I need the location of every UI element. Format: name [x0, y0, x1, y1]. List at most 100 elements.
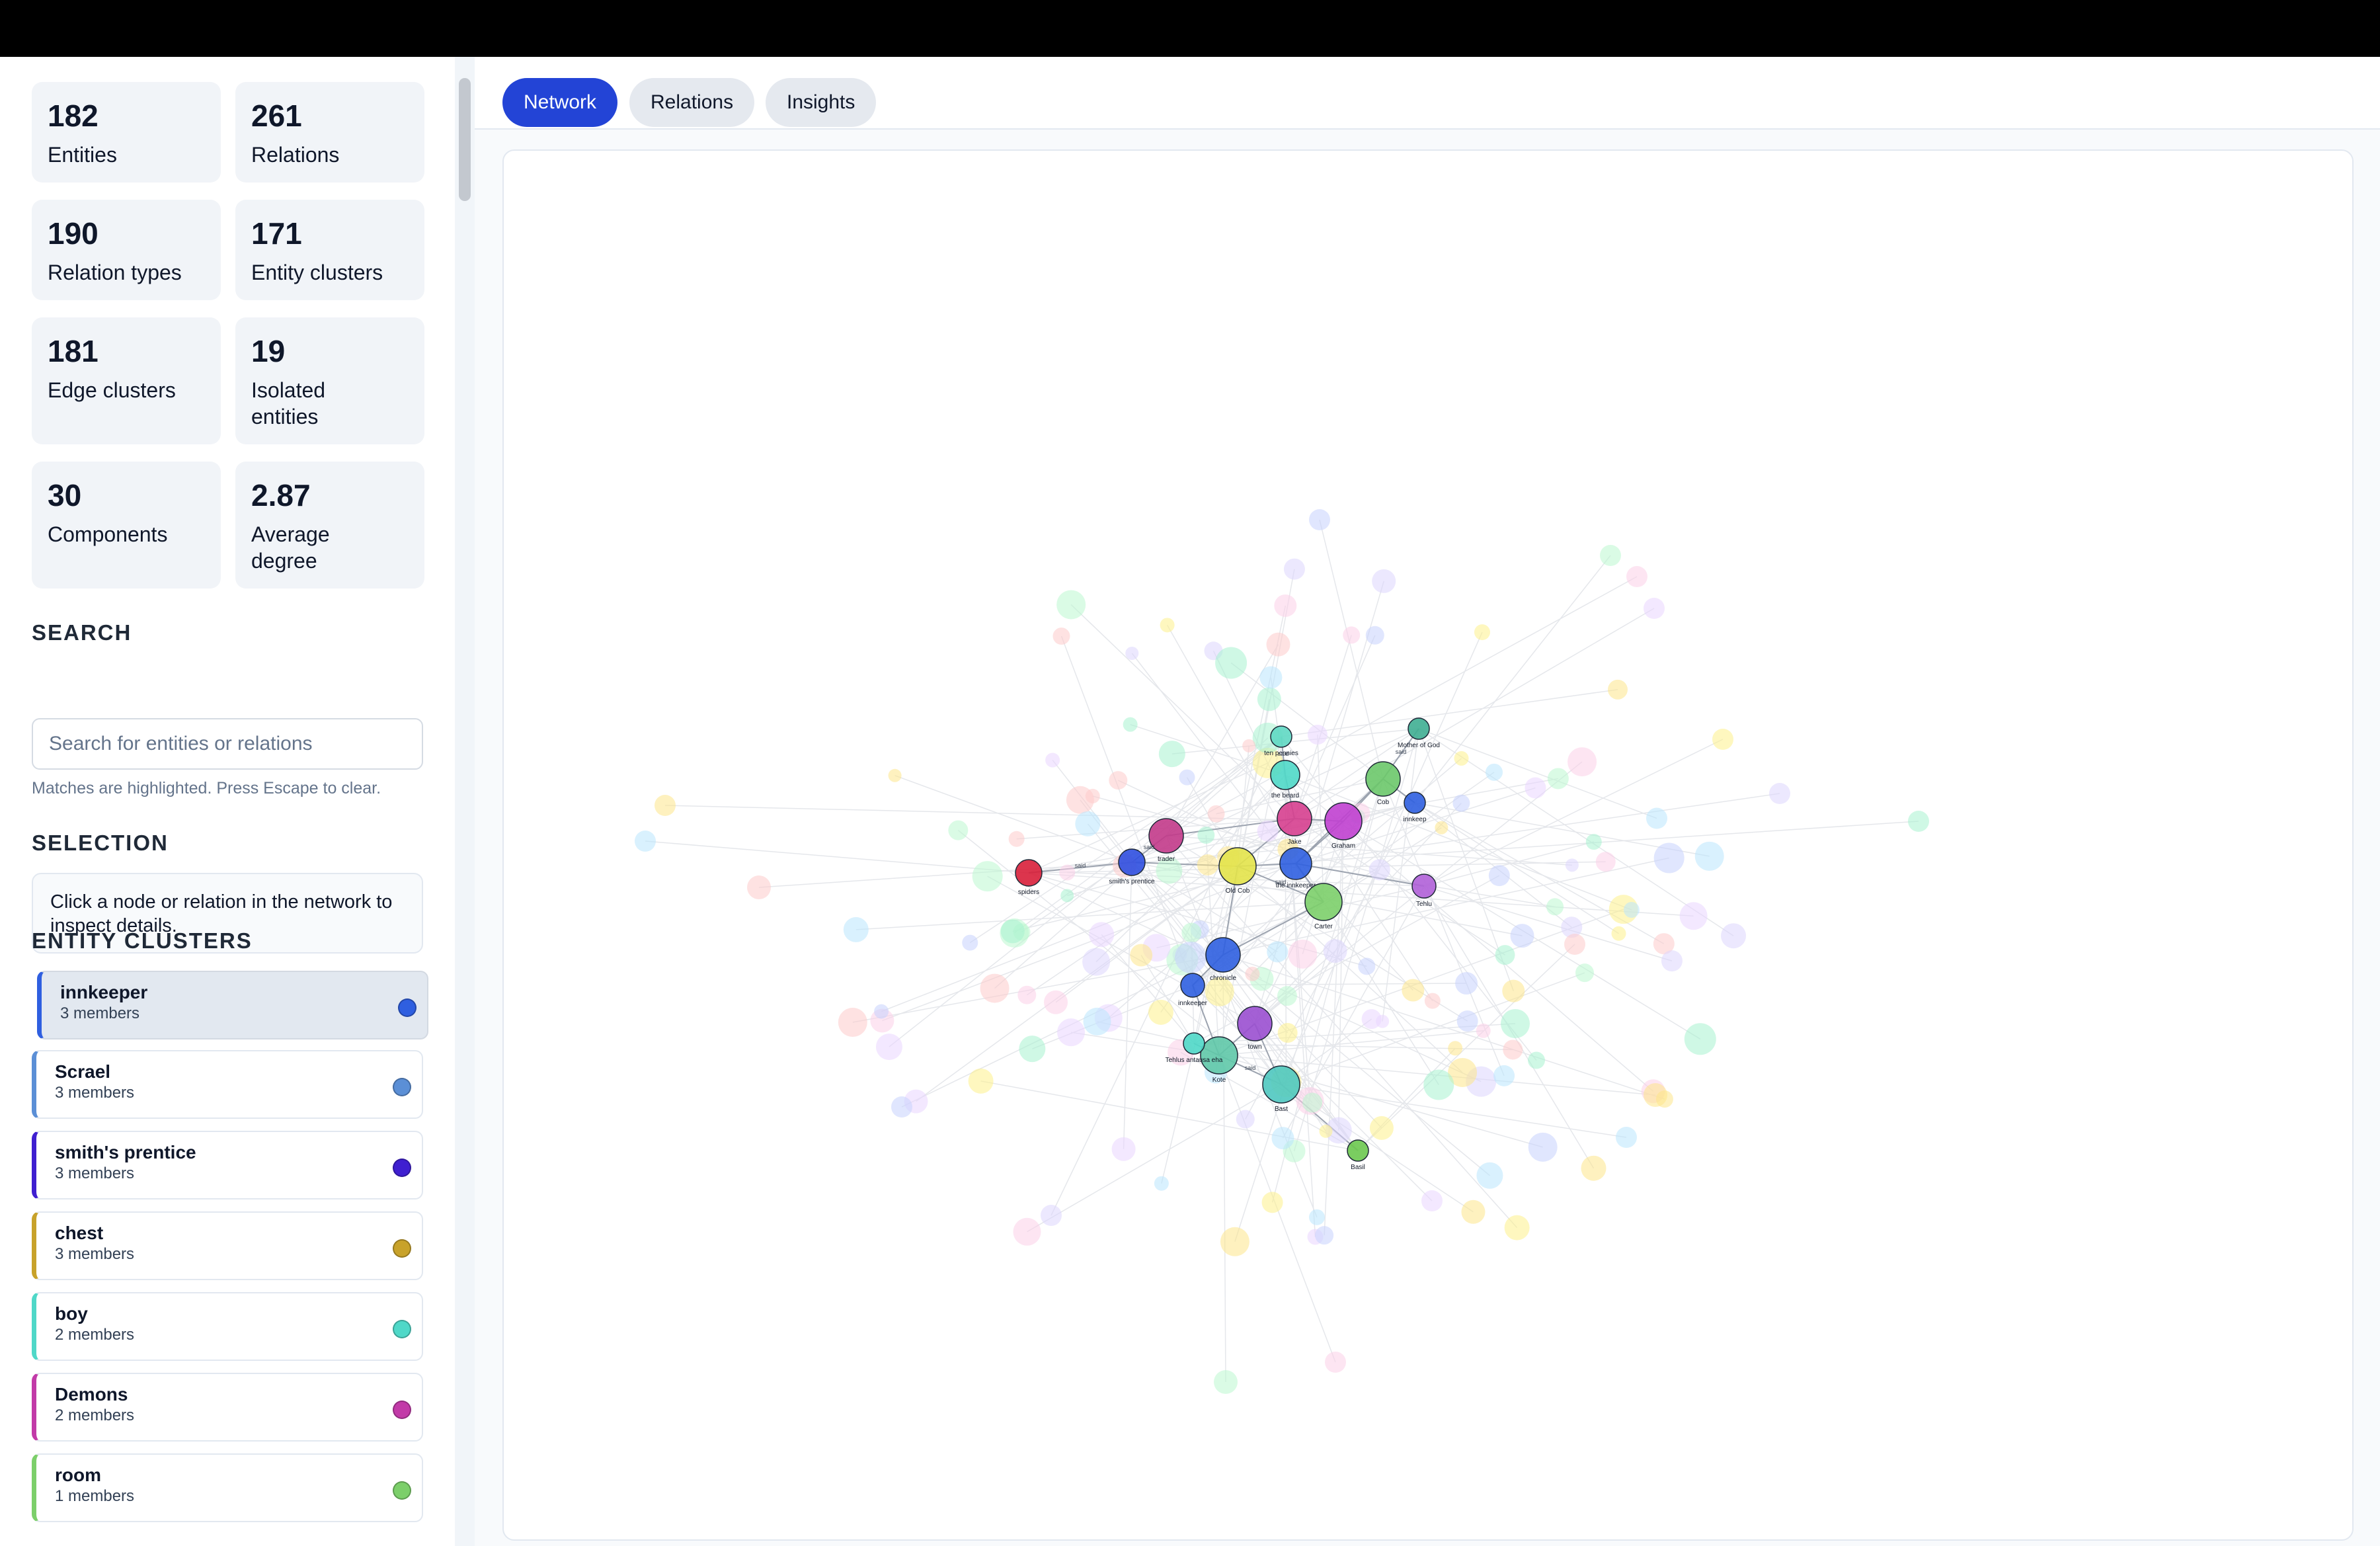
graph-node-faint[interactable]: [1154, 1176, 1169, 1191]
graph-node-faint[interactable]: [1041, 1205, 1062, 1226]
graph-node[interactable]: [1205, 937, 1241, 973]
graph-node[interactable]: [1270, 760, 1300, 790]
graph-node-faint[interactable]: [1611, 926, 1626, 941]
graph-node-faint[interactable]: [1045, 753, 1060, 768]
graph-node-faint[interactable]: [874, 1004, 889, 1019]
graph-node-faint[interactable]: [1257, 820, 1279, 842]
graph-node-faint[interactable]: [1220, 1227, 1250, 1256]
graph-node[interactable]: [1411, 874, 1437, 899]
graph-node-faint[interactable]: [1215, 647, 1248, 679]
graph-node-faint[interactable]: [1130, 944, 1153, 967]
graph-node-faint[interactable]: [1455, 971, 1478, 995]
graph-node-faint[interactable]: [1503, 1039, 1523, 1060]
tab-network[interactable]: Network: [502, 78, 618, 127]
graph-node[interactable]: [1365, 761, 1401, 797]
graph-node-faint[interactable]: [1684, 1023, 1716, 1055]
graph-node-faint[interactable]: [1197, 827, 1215, 844]
graph-node-faint[interactable]: [1454, 751, 1469, 766]
graph-node-faint[interactable]: [1585, 834, 1602, 850]
graph-node-faint[interactable]: [1644, 598, 1665, 619]
graph-node-faint[interactable]: [1565, 858, 1579, 872]
graph-node[interactable]: [1270, 725, 1292, 748]
graph-node-faint[interactable]: [1277, 986, 1297, 1006]
graph-node-faint[interactable]: [654, 795, 676, 816]
graph-node-faint[interactable]: [1607, 679, 1628, 700]
graph-node-faint[interactable]: [1181, 922, 1202, 943]
graph-node-faint[interactable]: [1271, 1127, 1294, 1150]
graph-node-faint[interactable]: [1148, 999, 1173, 1025]
graph-node-faint[interactable]: [1082, 948, 1111, 976]
graph-node-faint[interactable]: [1616, 1127, 1637, 1148]
graph-node-faint[interactable]: [747, 875, 771, 899]
graph-node-faint[interactable]: [1653, 842, 1685, 874]
graph-node-faint[interactable]: [888, 768, 902, 782]
graph-node-faint[interactable]: [1502, 979, 1525, 1002]
tab-insights[interactable]: Insights: [766, 78, 877, 127]
graph-edge-faint[interactable]: [1423, 885, 1673, 961]
network-graph-panel[interactable]: ten pennies Mother of God the beard Cob innk…: [502, 149, 2354, 1541]
graph-node-faint[interactable]: [1421, 1190, 1443, 1211]
graph-node-faint[interactable]: [1623, 901, 1640, 918]
graph-node-faint[interactable]: [1257, 687, 1281, 712]
graph-node-faint[interactable]: [1368, 859, 1390, 881]
graph-node-faint[interactable]: [1083, 1007, 1111, 1036]
graph-node-faint[interactable]: [1528, 1132, 1558, 1162]
graph-node-faint[interactable]: [1302, 1092, 1323, 1113]
graph-node-faint[interactable]: [1424, 993, 1441, 1009]
graph-node-faint[interactable]: [1644, 1083, 1667, 1107]
graph-node-faint[interactable]: [1510, 924, 1534, 948]
graph-node[interactable]: [1015, 859, 1043, 887]
graph-node-faint[interactable]: [1125, 646, 1139, 660]
graph-node-faint[interactable]: [1111, 1137, 1136, 1161]
network-graph[interactable]: ten penniesMother of Godthe beardCobinnk…: [504, 151, 2354, 1541]
graph-node-faint[interactable]: [1493, 1065, 1515, 1086]
graph-node-faint[interactable]: [1307, 725, 1328, 745]
entity-cluster-item[interactable]: chest 3 members: [32, 1211, 423, 1280]
graph-node-faint[interactable]: [1525, 777, 1546, 799]
entity-cluster-item[interactable]: room 1 members: [32, 1453, 423, 1522]
graph-node[interactable]: [1277, 801, 1312, 836]
graph-node-faint[interactable]: [635, 831, 656, 852]
graph-node-faint[interactable]: [1474, 624, 1490, 641]
graph-node-faint[interactable]: [1325, 1352, 1346, 1373]
graph-node-faint[interactable]: [1402, 979, 1425, 1002]
graph-node-faint[interactable]: [1546, 898, 1564, 916]
graph-node-faint[interactable]: [1057, 1018, 1086, 1047]
graph-node-faint[interactable]: [1075, 811, 1101, 836]
graph-node-faint[interactable]: [1488, 865, 1510, 887]
graph-edge-faint[interactable]: [1281, 689, 1618, 737]
entity-cluster-item[interactable]: boy 2 members: [32, 1292, 423, 1361]
graph-node-faint[interactable]: [1908, 811, 1929, 832]
entity-cluster-item[interactable]: smith's prentice 3 members: [32, 1131, 423, 1200]
graph-node-faint[interactable]: [1369, 1116, 1394, 1140]
graph-node-faint[interactable]: [1052, 628, 1070, 645]
graph-node-faint[interactable]: [1242, 739, 1256, 753]
graph-node-faint[interactable]: [1323, 939, 1347, 963]
graph-node-faint[interactable]: [1283, 558, 1305, 580]
graph-node-faint[interactable]: [1123, 717, 1138, 732]
graph-node-faint[interactable]: [1319, 1124, 1333, 1138]
graph-node-faint[interactable]: [1236, 1110, 1255, 1129]
graph-node-faint[interactable]: [1266, 632, 1290, 657]
graph-node-faint[interactable]: [1694, 841, 1724, 871]
graph-node-faint[interactable]: [1461, 1200, 1486, 1224]
graph-node-faint[interactable]: [972, 861, 1003, 892]
graph-node-faint[interactable]: [1158, 741, 1185, 768]
graph-node-faint[interactable]: [1000, 919, 1025, 944]
graph-node-faint[interactable]: [1085, 788, 1100, 803]
graph-node-faint[interactable]: [1423, 1069, 1454, 1100]
graph-node[interactable]: [1347, 1139, 1369, 1162]
graph-node-faint[interactable]: [1267, 941, 1289, 963]
graph-node-faint[interactable]: [1175, 941, 1207, 973]
graph-node-faint[interactable]: [1504, 1215, 1530, 1241]
graph-node-faint[interactable]: [1547, 768, 1569, 790]
sidebar-scrollbar-thumb[interactable]: [459, 78, 471, 201]
graph-node[interactable]: [1218, 847, 1257, 885]
graph-node-faint[interactable]: [1528, 1051, 1546, 1069]
graph-node-faint[interactable]: [1581, 1155, 1606, 1181]
graph-node-faint[interactable]: [1448, 1041, 1463, 1056]
graph-node[interactable]: [1324, 802, 1363, 840]
graph-node-faint[interactable]: [1501, 1009, 1530, 1038]
graph-node-faint[interactable]: [980, 973, 1010, 1003]
graph-node[interactable]: [1200, 1036, 1238, 1075]
